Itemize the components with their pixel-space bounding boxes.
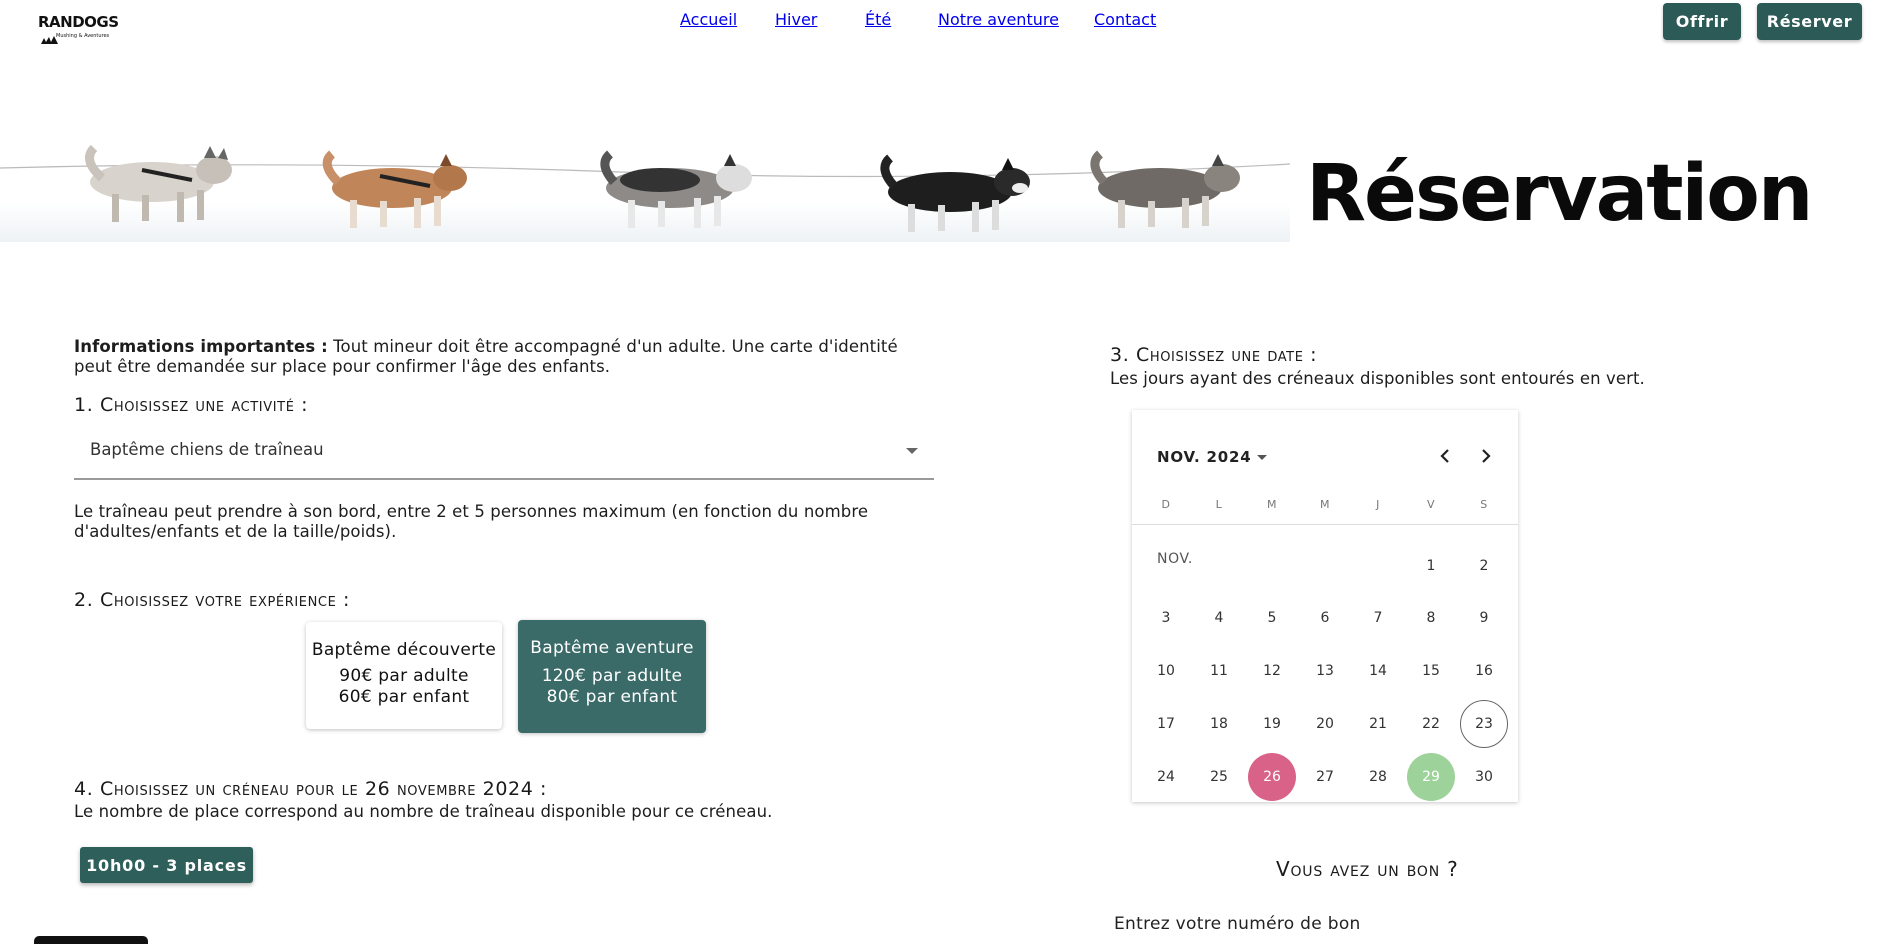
calendar-day[interactable]: 17 xyxy=(1142,700,1190,748)
weekday-label: V xyxy=(1426,498,1436,511)
nav-accueil[interactable]: Accueil xyxy=(680,10,737,29)
caret-down-icon xyxy=(1257,454,1268,460)
calendar-day[interactable]: 19 xyxy=(1248,700,1296,748)
calendar-day[interactable]: 12 xyxy=(1248,647,1296,695)
calendar-day[interactable]: 14 xyxy=(1354,647,1402,695)
calendar-day[interactable]: 15 xyxy=(1407,647,1455,695)
month-label: NOV. 2024 xyxy=(1157,448,1252,466)
calendar-day[interactable]: 3 xyxy=(1142,594,1190,642)
step2-heading: 2. Choisissez votre expérience : xyxy=(74,589,351,611)
calendar-day[interactable]: 16 xyxy=(1460,647,1508,695)
caret-down-icon xyxy=(906,448,918,454)
logo[interactable]: RANDOGS Mushing & Aventures xyxy=(34,12,119,50)
calendar-day[interactable]: 23 xyxy=(1460,700,1508,748)
calendar-day[interactable]: 22 xyxy=(1407,700,1455,748)
option-title: Baptême aventure xyxy=(530,638,694,658)
calendar-day[interactable]: 10 xyxy=(1142,647,1190,695)
calendar-day[interactable]: 13 xyxy=(1301,647,1349,695)
step4-heading: 4. Choisissez un créneau pour le 26 nove… xyxy=(74,778,548,800)
option-title: Baptême découverte xyxy=(311,640,497,660)
activity-select-value: Baptême chiens de traîneau xyxy=(90,440,324,459)
calendar-day[interactable]: 2 xyxy=(1460,542,1508,590)
option-adult-price: 120€ par adulte xyxy=(541,666,683,686)
weekday-label: S xyxy=(1480,498,1488,511)
step1-heading: 1. Choisissez une activité : xyxy=(74,394,309,416)
chevron-left-icon xyxy=(1440,449,1449,463)
calendar-day[interactable]: 6 xyxy=(1301,594,1349,642)
date-calendar: NOV. 2024 D L M M J V S NOV. 1 2 3 4 5 6 7 8 9 10… xyxy=(1132,410,1518,802)
calendar-divider xyxy=(1132,524,1518,525)
important-info-label: Informations importantes : xyxy=(74,337,328,356)
calendar-day[interactable]: 28 xyxy=(1354,753,1402,801)
calendar-day[interactable]: 7 xyxy=(1354,594,1402,642)
weekday-label: L xyxy=(1215,498,1223,511)
nav-notre-aventure[interactable]: Notre aventure xyxy=(938,10,1059,29)
nav-hiver[interactable]: Hiver xyxy=(775,10,817,29)
weekday-label: J xyxy=(1376,498,1380,511)
weekday-label: M xyxy=(1320,498,1330,511)
activity-select[interactable]: Baptême chiens de traîneau xyxy=(74,426,934,480)
voucher-heading: Vous avez un bon ? xyxy=(1276,857,1459,881)
previous-month-button[interactable] xyxy=(1433,444,1457,468)
time-slot-button[interactable]: 10h00 - 3 places xyxy=(80,847,253,883)
calendar-day[interactable]: 26 xyxy=(1248,753,1296,801)
logo-subtext: Mushing & Aventures xyxy=(56,33,110,39)
option-child-price: 60€ par enfant xyxy=(338,687,470,707)
calendar-day[interactable]: 4 xyxy=(1195,594,1243,642)
chevron-right-icon xyxy=(1482,449,1491,463)
calendar-day[interactable]: 27 xyxy=(1301,753,1349,801)
step4-subtitle: Le nombre de place correspond au nombre … xyxy=(74,802,773,821)
experience-option-decouverte[interactable]: Baptême découverte 90€ par adulte 60€ pa… xyxy=(306,622,502,729)
calendar-day[interactable]: 18 xyxy=(1195,700,1243,748)
option-adult-price: 90€ par adulte xyxy=(339,666,469,686)
logo-text: RANDOGS xyxy=(38,13,119,31)
calendar-day[interactable]: 30 xyxy=(1460,753,1508,801)
weekday-label: M xyxy=(1267,498,1277,511)
option-child-price: 80€ par enfant xyxy=(546,687,678,707)
hero-dogs-image xyxy=(0,144,1290,242)
calendar-day[interactable]: 5 xyxy=(1248,594,1296,642)
sled-capacity-note: Le traîneau peut prendre à son bord, ent… xyxy=(74,502,869,541)
voucher-input-label: Entrez votre numéro de bon xyxy=(1114,914,1361,934)
next-month-button[interactable] xyxy=(1474,444,1498,468)
calendar-day[interactable]: 8 xyxy=(1407,594,1455,642)
calendar-day[interactable]: 1 xyxy=(1407,542,1455,590)
offer-button[interactable]: Offrir xyxy=(1663,3,1741,40)
book-button[interactable]: Réserver xyxy=(1757,3,1862,40)
calendar-day[interactable]: 25 xyxy=(1195,753,1243,801)
calendar-day[interactable]: 9 xyxy=(1460,594,1508,642)
bottom-widget-tab[interactable] xyxy=(34,936,148,944)
calendar-day[interactable]: 29 xyxy=(1407,753,1455,801)
calendar-day[interactable]: 21 xyxy=(1354,700,1402,748)
month-year-selector[interactable]: NOV. 2024 xyxy=(1157,448,1268,466)
calendar-day[interactable]: 20 xyxy=(1301,700,1349,748)
nav-contact[interactable]: Contact xyxy=(1094,10,1156,29)
experience-option-aventure[interactable]: Baptême aventure 120€ par adulte 80€ par… xyxy=(518,620,706,733)
calendar-day[interactable]: 11 xyxy=(1195,647,1243,695)
nav-ete[interactable]: Été xyxy=(865,10,891,29)
important-info: Informations importantes : Tout mineur d… xyxy=(74,337,934,377)
page-title: Réservation xyxy=(1306,149,1813,239)
step3-heading: 3. Choisissez une date : xyxy=(1110,344,1318,366)
weekday-label: D xyxy=(1161,498,1171,511)
step3-subtitle: Les jours ayant des créneaux disponibles… xyxy=(1110,369,1645,388)
calendar-day[interactable]: 24 xyxy=(1142,753,1190,801)
calendar-period-label: NOV. xyxy=(1157,551,1193,567)
